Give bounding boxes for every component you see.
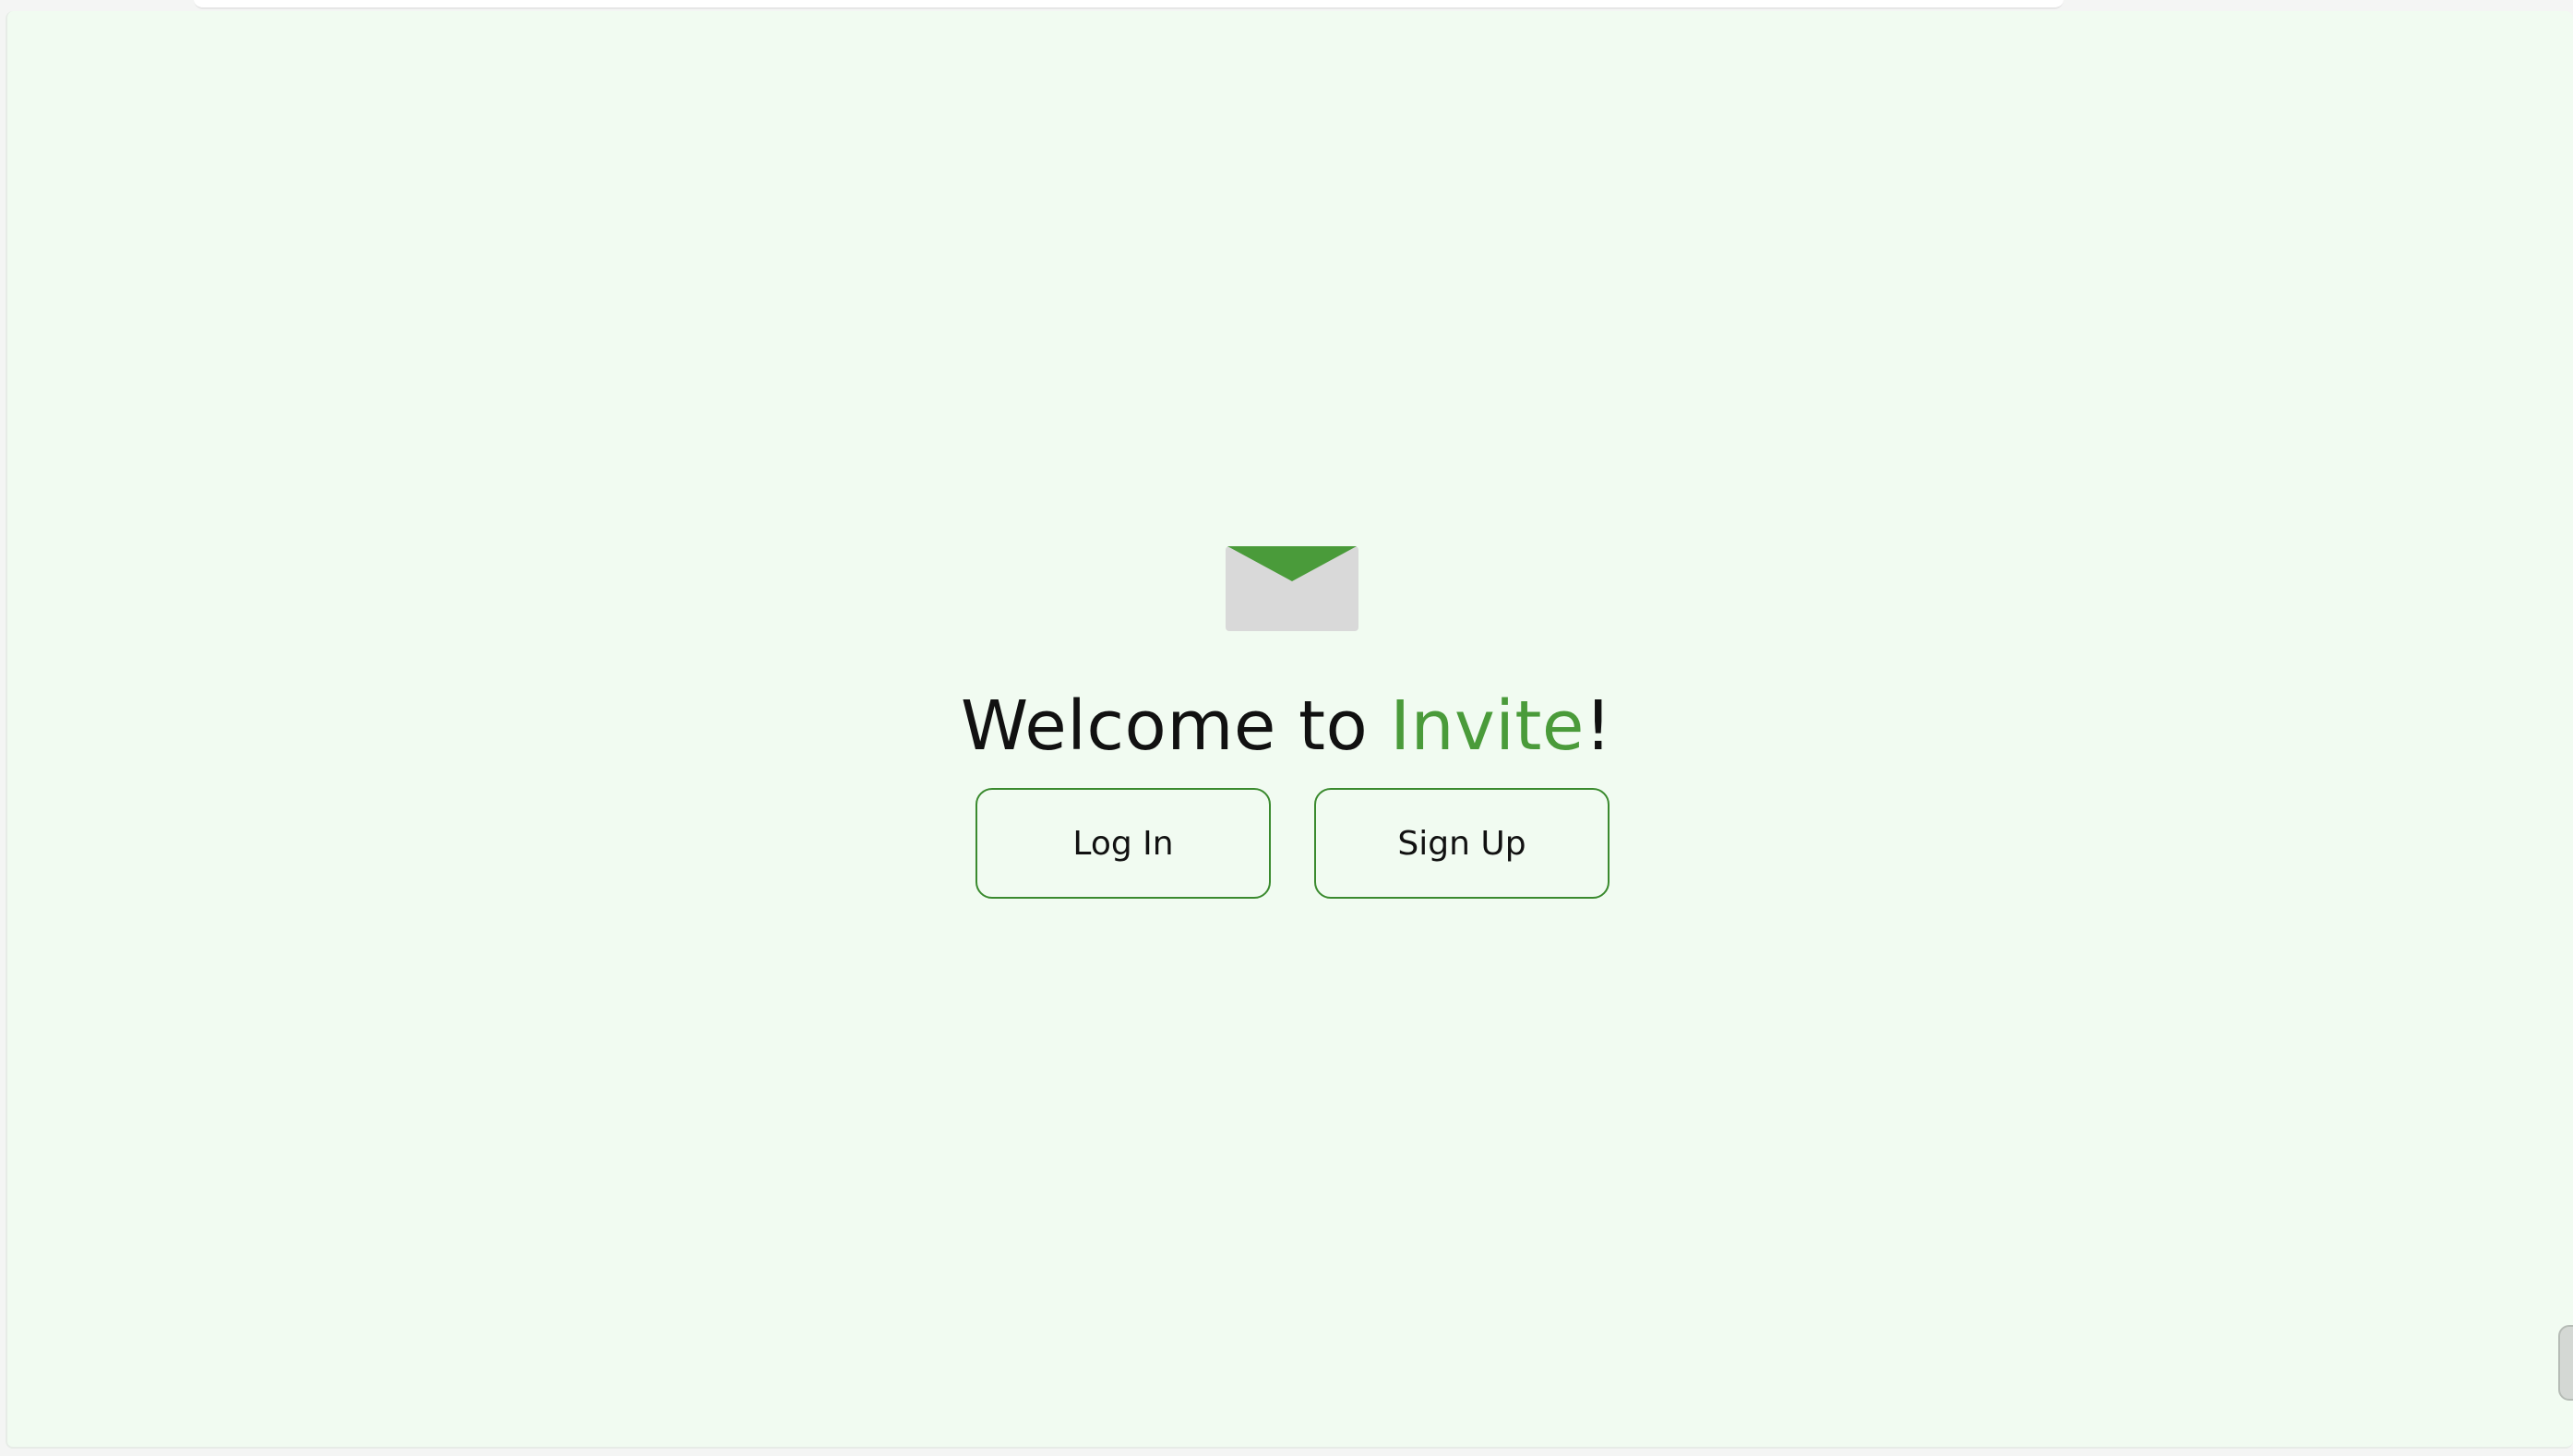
brand-name: Invite: [1390, 686, 1585, 766]
welcome-screen: Welcome to Invite! Log In Sign Up: [0, 0, 2573, 1456]
scrollbar-handle[interactable]: [2558, 1325, 2573, 1401]
welcome-suffix: !: [1584, 686, 1613, 766]
envelope-icon: [1226, 546, 1358, 631]
login-button[interactable]: Log In: [975, 788, 1271, 899]
welcome-heading: Welcome to Invite!: [0, 680, 2573, 772]
signup-button[interactable]: Sign Up: [1314, 788, 1610, 899]
welcome-prefix: Welcome to: [960, 686, 1391, 766]
